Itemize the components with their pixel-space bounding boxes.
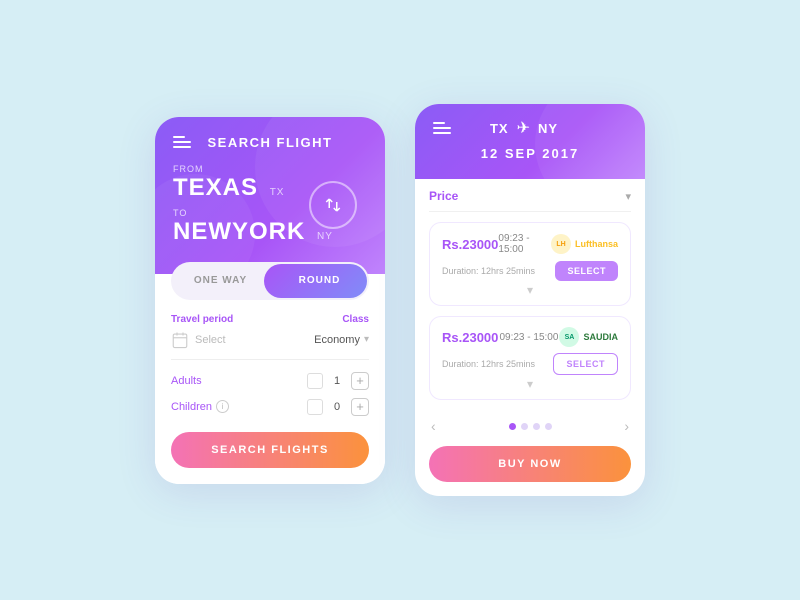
- header-title: SEARCH FLIGHT: [208, 135, 333, 150]
- right-card: TX ✈ NY 12 SEP 2017 Price ▾ Rs.23000 09:…: [415, 104, 645, 496]
- filter-row[interactable]: Price ▾: [429, 179, 631, 212]
- select-btn-1[interactable]: SELECT: [555, 261, 618, 281]
- prev-arrow[interactable]: ‹: [431, 418, 436, 434]
- children-controls: 0 +: [307, 398, 369, 416]
- class-select[interactable]: Economy ▾: [314, 334, 369, 346]
- left-header: SEARCH FLIGHT From TEXAS TX To NEWYORK N…: [155, 117, 385, 274]
- adults-checkbox[interactable]: [307, 373, 323, 389]
- lh-circle: LH: [551, 234, 571, 254]
- airline-logo-1: LH Lufthansa: [551, 234, 618, 254]
- flight-duration-2: Duration: 12hrs 25mins: [442, 359, 535, 369]
- flight-time-2: 09:23 - 15:00: [499, 332, 558, 343]
- class-chevron: ▾: [364, 334, 369, 345]
- from-label: From: [173, 164, 367, 174]
- adults-plus[interactable]: +: [351, 372, 369, 390]
- flight-top-2: Rs.23000 09:23 - 15:00 SA SAUDIA: [442, 327, 618, 347]
- flight-bottom-1: Duration: 12hrs 25mins SELECT: [442, 261, 618, 281]
- expand-row-2[interactable]: ▾: [442, 377, 618, 391]
- adults-controls: 1 +: [307, 372, 369, 390]
- one-way-btn[interactable]: ONE WAY: [171, 275, 270, 286]
- dot-4[interactable]: [545, 423, 552, 430]
- children-row: Children i 0 +: [171, 398, 369, 416]
- search-flights-button[interactable]: SEARCH FLIGHTS: [171, 432, 369, 468]
- card-body: ONE WAY ROUND Travel period Class Select…: [155, 262, 385, 484]
- info-icon: i: [216, 400, 229, 413]
- dot-3[interactable]: [533, 423, 540, 430]
- pagination-dots: [509, 423, 552, 430]
- filter-chevron-icon: ▾: [625, 190, 631, 203]
- filter-label: Price: [429, 189, 458, 203]
- class-label: Class: [342, 314, 369, 325]
- flight-card-2: Rs.23000 09:23 - 15:00 SA SAUDIA Duratio…: [429, 316, 631, 400]
- adults-label: Adults: [171, 375, 202, 387]
- pagination-row: ‹ ›: [429, 410, 631, 438]
- header-top: SEARCH FLIGHT: [173, 135, 367, 150]
- adults-row: Adults 1 +: [171, 372, 369, 390]
- right-menu-icon[interactable]: [433, 122, 451, 134]
- date-select-row: Select Economy ▾: [171, 331, 369, 360]
- trip-type-toggle[interactable]: ONE WAY ROUND: [171, 262, 369, 300]
- airline-logo-2: SA SAUDIA: [559, 327, 618, 347]
- flight-duration-1: Duration: 12hrs 25mins: [442, 266, 535, 276]
- flight-price-2: Rs.23000: [442, 330, 498, 345]
- sa-circle: SA: [559, 327, 579, 347]
- travel-period-label: Travel period: [171, 314, 233, 325]
- flight-time-1: 09:23 - 15:00: [498, 233, 551, 255]
- dot-2[interactable]: [521, 423, 528, 430]
- next-arrow[interactable]: ›: [624, 418, 629, 434]
- dot-1[interactable]: [509, 423, 516, 430]
- flight-bottom-2: Duration: 12hrs 25mins SELECT: [442, 353, 618, 375]
- children-label: Children i: [171, 400, 229, 413]
- children-checkbox[interactable]: [307, 399, 323, 415]
- calendar-icon: [171, 331, 189, 349]
- round-btn[interactable]: ROUND: [270, 275, 369, 286]
- date-select-text[interactable]: Select: [195, 334, 314, 346]
- flight-date: 12 SEP 2017: [433, 146, 627, 161]
- buy-now-button[interactable]: BUY NOW: [429, 446, 631, 482]
- form-labels: Travel period Class: [171, 314, 369, 325]
- menu-icon[interactable]: [173, 136, 191, 148]
- expand-row-1[interactable]: ▾: [442, 283, 618, 297]
- flight-top-1: Rs.23000 09:23 - 15:00 LH Lufthansa: [442, 233, 618, 255]
- adults-count: 1: [331, 375, 343, 387]
- plane-icon: ✈: [517, 118, 530, 138]
- children-count: 0: [331, 401, 343, 413]
- right-body: Price ▾ Rs.23000 09:23 - 15:00 LH Luftha…: [415, 179, 645, 496]
- flight-price-1: Rs.23000: [442, 237, 498, 252]
- swap-button[interactable]: [309, 181, 357, 229]
- right-header: TX ✈ NY 12 SEP 2017: [415, 104, 645, 179]
- left-card: SEARCH FLIGHT From TEXAS TX To NEWYORK N…: [155, 117, 385, 484]
- swap-icon: [324, 196, 342, 214]
- right-header-top: TX ✈ NY: [433, 118, 627, 138]
- route-to: NY: [538, 121, 558, 136]
- flight-card-1: Rs.23000 09:23 - 15:00 LH Lufthansa Dura…: [429, 222, 631, 306]
- route-from: TX: [490, 121, 509, 136]
- route-display: TX ✈ NY: [490, 118, 558, 138]
- children-plus[interactable]: +: [351, 398, 369, 416]
- route-section: From TEXAS TX To NEWYORK NY: [173, 164, 367, 246]
- select-btn-2[interactable]: SELECT: [553, 353, 618, 375]
